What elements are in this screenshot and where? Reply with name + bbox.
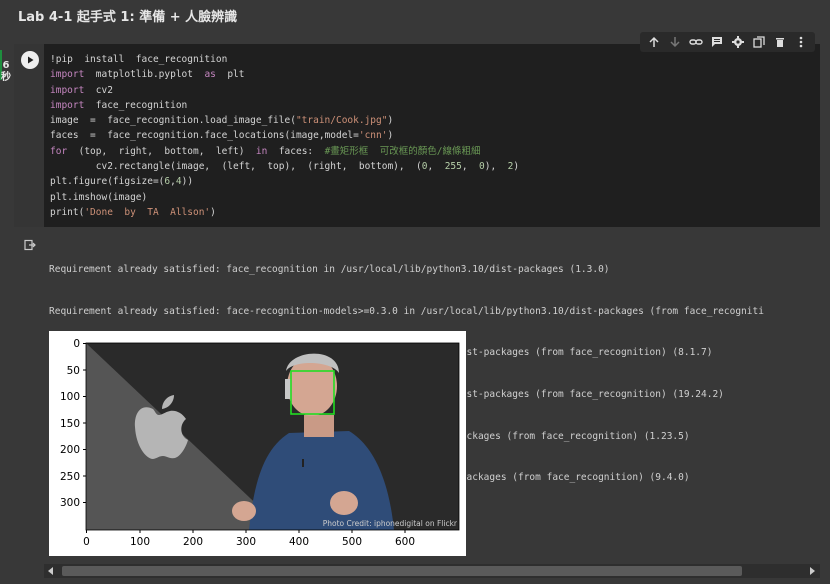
code-line: faces = face_recognition.face_locations(… xyxy=(50,130,394,142)
cell-gutter xyxy=(14,44,44,227)
x-tick-label: 200 xyxy=(183,536,203,548)
y-tick-label: 100 xyxy=(60,391,80,403)
x-axis: 0 100 200 300 400 500 600 xyxy=(83,530,415,548)
code-line: plt.imshow(image) xyxy=(50,191,148,203)
y-tick-label: 150 xyxy=(60,418,80,430)
exec-time-unit: 秒 xyxy=(1,72,11,83)
scroll-right-icon[interactable] xyxy=(808,567,816,575)
y-tick-label: 50 xyxy=(67,365,80,377)
code-line: for (top, right, bottom, left) in faces:… xyxy=(50,145,481,157)
x-tick-label: 400 xyxy=(289,536,309,548)
y-axis: 0 50 100 150 200 250 300 xyxy=(60,338,86,509)
x-tick-label: 100 xyxy=(130,536,150,548)
image-plot: Photo Credit: iphonedigital on Flickr 0 … xyxy=(60,338,460,548)
code-line: plt.figure(figsize=(6,4)) xyxy=(50,176,194,188)
code-line: import matplotlib.pyplot as plt xyxy=(50,69,245,81)
arrow-down-icon[interactable] xyxy=(666,34,684,50)
cell-toolbar xyxy=(640,32,815,52)
output-line: Requirement already satisfied: face_reco… xyxy=(49,263,610,275)
run-cell-button[interactable] xyxy=(21,51,39,69)
output-actions-icon[interactable] xyxy=(24,236,36,255)
y-tick-label: 0 xyxy=(73,338,80,350)
arrow-up-icon[interactable] xyxy=(645,34,663,50)
x-tick-label: 600 xyxy=(395,536,415,548)
x-tick-label: 0 xyxy=(83,536,90,548)
notebook-section-title: Lab 4-1 起手式 1: 準備 + 人臉辨識 xyxy=(18,10,238,25)
delete-icon[interactable] xyxy=(771,34,789,50)
code-line: import face_recognition xyxy=(50,99,188,111)
code-line: image = face_recognition.load_image_file… xyxy=(50,115,394,127)
exec-time-value: 6 xyxy=(2,60,10,71)
code-line: !pip install face_recognition xyxy=(50,54,228,65)
exec-time: 6 秒 xyxy=(0,60,12,84)
settings-icon[interactable] xyxy=(729,34,747,50)
output-gutter xyxy=(14,227,44,577)
more-icon[interactable] xyxy=(792,34,810,50)
scroll-left-icon[interactable] xyxy=(47,567,55,575)
code-line: import cv2 xyxy=(50,84,113,96)
code-editor[interactable]: !pip install face_recognitionimport matp… xyxy=(50,52,519,220)
plot-figure: Photo Credit: iphonedigital on Flickr 0 … xyxy=(49,331,466,556)
code-line: print('Done by TA Allson') xyxy=(50,206,216,218)
link-icon[interactable] xyxy=(687,34,705,50)
output-line: Requirement already satisfied: face-reco… xyxy=(49,305,764,317)
play-icon xyxy=(28,56,34,64)
photo-credit: Photo Credit: iphonedigital on Flickr xyxy=(323,519,458,528)
mirror-cell-icon[interactable] xyxy=(750,34,768,50)
y-tick-label: 250 xyxy=(60,471,80,483)
y-tick-label: 200 xyxy=(60,444,80,456)
code-line: cv2.rectangle(image, (left, top), (right… xyxy=(50,161,520,173)
comment-icon[interactable] xyxy=(708,34,726,50)
horizontal-scroll-thumb[interactable] xyxy=(62,566,742,576)
x-tick-label: 500 xyxy=(342,536,362,548)
notebook-header: Lab 4-1 起手式 1: 準備 + 人臉辨識 xyxy=(0,0,830,36)
vertical-scrollbar[interactable] xyxy=(820,44,830,564)
y-tick-label: 300 xyxy=(60,497,80,509)
plot-image: Photo Credit: iphonedigital on Flickr xyxy=(86,343,459,530)
x-tick-label: 300 xyxy=(236,536,256,548)
